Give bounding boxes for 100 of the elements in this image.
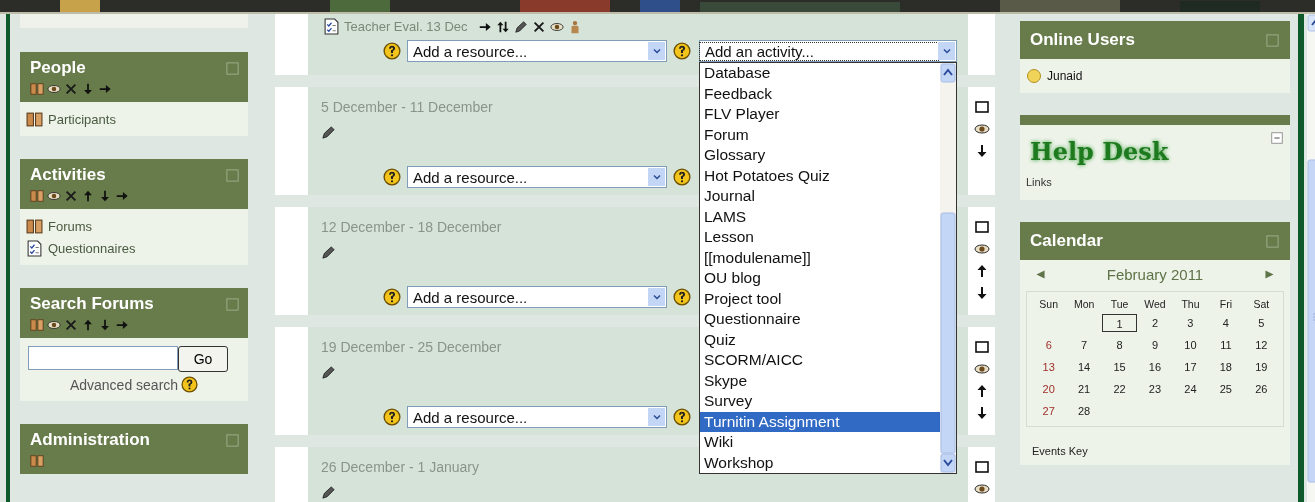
- menu-option[interactable]: Feedback: [700, 83, 940, 104]
- calendar-day[interactable]: 15: [1101, 358, 1138, 376]
- calendar-day[interactable]: 8: [1101, 336, 1138, 354]
- help-icon[interactable]: [383, 288, 401, 306]
- menu-option[interactable]: OU blog: [700, 268, 940, 289]
- help-icon[interactable]: [383, 42, 401, 60]
- calendar-day[interactable]: 24: [1172, 380, 1209, 398]
- help-icon[interactable]: [673, 168, 691, 186]
- calendar-day[interactable]: 17: [1172, 358, 1209, 376]
- menu-option[interactable]: Hot Potatoes Quiz: [700, 165, 940, 186]
- menu-option[interactable]: LAMS: [700, 206, 940, 227]
- resource-select[interactable]: Add a resource...: [407, 166, 667, 188]
- section-title: 19 December - 25 December: [321, 339, 502, 355]
- block-title: Administration: [30, 430, 150, 450]
- square-icon[interactable]: [973, 339, 990, 355]
- pen-icon[interactable]: [321, 485, 336, 500]
- resource-select[interactable]: Add a resource...: [407, 406, 667, 428]
- pen-icon[interactable]: [321, 245, 336, 260]
- calendar-day[interactable]: 6: [1031, 336, 1067, 354]
- eye-icon[interactable]: [47, 189, 61, 203]
- menu-option[interactable]: Journal: [700, 186, 940, 207]
- resource-select[interactable]: Add a resource...: [407, 40, 667, 62]
- people-icon[interactable]: [30, 82, 44, 96]
- advanced-search-link[interactable]: Advanced search: [69, 376, 179, 393]
- square-icon[interactable]: [973, 219, 990, 235]
- menu-option[interactable]: Workshop: [700, 452, 940, 473]
- help-icon[interactable]: [181, 376, 199, 393]
- menu-option[interactable]: Wiki: [700, 432, 940, 453]
- up-down-arrow-icon[interactable]: [495, 19, 510, 34]
- help-icon[interactable]: [673, 42, 691, 60]
- calendar-day[interactable]: 18: [1208, 358, 1244, 376]
- eye-icon[interactable]: [47, 82, 61, 96]
- calendar-day[interactable]: 12: [1243, 336, 1279, 354]
- block-link[interactable]: Questionnaires: [48, 240, 136, 256]
- help-icon[interactable]: [673, 288, 691, 306]
- calendar-day[interactable]: 9: [1137, 336, 1173, 354]
- menu-option[interactable]: FLV Player: [700, 104, 940, 125]
- menu-option[interactable]: Questionnaire: [700, 309, 940, 330]
- menu-option[interactable]: Database: [700, 63, 940, 84]
- pen-icon[interactable]: [321, 365, 336, 380]
- calendar-day[interactable]: 16: [1137, 358, 1173, 376]
- calendar-day[interactable]: 25: [1208, 380, 1244, 398]
- cross-icon[interactable]: [531, 19, 546, 34]
- eye-icon[interactable]: [973, 121, 990, 137]
- help-icon[interactable]: [383, 168, 401, 186]
- square-icon[interactable]: [973, 459, 990, 475]
- calendar-day[interactable]: 13: [1031, 358, 1067, 376]
- calendar-day[interactable]: 1: [1101, 314, 1138, 332]
- calendar-day[interactable]: 20: [1031, 380, 1067, 398]
- calendar-day[interactable]: 4: [1208, 314, 1244, 332]
- go-button[interactable]: Go: [178, 346, 228, 372]
- eye-icon[interactable]: [973, 481, 990, 497]
- search-field[interactable]: [28, 346, 178, 370]
- menu-option[interactable]: Skype: [700, 370, 940, 391]
- menu-option[interactable]: Quiz: [700, 329, 940, 350]
- calendar-day[interactable]: 26: [1243, 380, 1279, 398]
- eye-icon[interactable]: [973, 361, 990, 377]
- square-icon[interactable]: [973, 99, 990, 115]
- calendar-day[interactable]: 19: [1243, 358, 1279, 376]
- menu-option[interactable]: Lesson: [700, 227, 940, 248]
- calendar-day[interactable]: 28: [1066, 402, 1102, 420]
- block-link[interactable]: Participants: [48, 111, 116, 127]
- calendar-day[interactable]: 14: [1066, 358, 1102, 376]
- menu-option[interactable]: Project tool: [700, 288, 940, 309]
- people-icon[interactable]: [30, 189, 44, 203]
- menu-option[interactable]: Survey: [700, 391, 940, 412]
- links-link[interactable]: Links: [1026, 176, 1052, 188]
- checklist-icon: [26, 239, 43, 257]
- menu-option[interactable]: Forum: [700, 124, 940, 145]
- menu-option[interactable]: Turnitin Assignment: [700, 411, 940, 432]
- scrollbar[interactable]: [940, 63, 956, 473]
- help-icon[interactable]: [383, 408, 401, 426]
- calendar-day[interactable]: 10: [1172, 336, 1209, 354]
- menu-option[interactable]: SCORM/AICC: [700, 350, 940, 371]
- people-icon[interactable]: [30, 454, 44, 468]
- right-triangle-icon[interactable]: [1263, 268, 1276, 281]
- eye-icon[interactable]: [973, 241, 990, 257]
- section-side-cell: [275, 14, 308, 75]
- calendar-day[interactable]: 7: [1066, 336, 1102, 354]
- activity-select[interactable]: Add an activity...: [699, 40, 957, 62]
- user-link[interactable]: Junaid: [1047, 69, 1083, 83]
- menu-option[interactable]: [[modulename]]: [700, 247, 940, 268]
- help-icon[interactable]: [673, 408, 691, 426]
- calendar-day[interactable]: 2: [1137, 314, 1173, 332]
- calendar-day[interactable]: 5: [1243, 314, 1279, 332]
- help-desk-logo[interactable]: Help Desk: [1030, 137, 1169, 166]
- calendar-day[interactable]: 27: [1031, 402, 1067, 420]
- calendar-day[interactable]: 23: [1137, 380, 1173, 398]
- resource-select[interactable]: Add a resource...: [407, 286, 667, 308]
- eye-icon[interactable]: [47, 318, 61, 332]
- calendar-day[interactable]: 11: [1208, 336, 1244, 354]
- people-icon[interactable]: [30, 318, 44, 332]
- menu-option[interactable]: Glossary: [700, 145, 940, 166]
- pen-icon[interactable]: [321, 125, 336, 140]
- left-triangle-icon[interactable]: [1034, 268, 1047, 281]
- calendar-day[interactable]: 22: [1101, 380, 1138, 398]
- pen-icon[interactable]: [513, 19, 528, 34]
- calendar-day[interactable]: 3: [1172, 314, 1209, 332]
- calendar-day[interactable]: 21: [1066, 380, 1102, 398]
- block-link[interactable]: Forums: [48, 218, 93, 234]
